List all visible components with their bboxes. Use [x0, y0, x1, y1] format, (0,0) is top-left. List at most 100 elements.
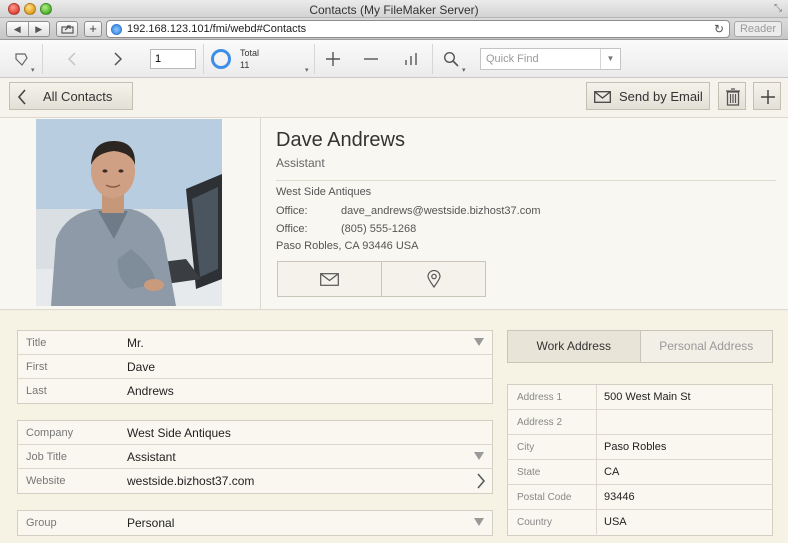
browser-toolbar: ◀ ▶ + 192.168.123.101/fmi/webd#Contacts … — [0, 18, 788, 40]
address-tabs: Work Address Personal Address — [507, 330, 773, 363]
quick-find-field[interactable]: Quick Find ▼ — [480, 48, 621, 70]
contact-company: West Side Antiques — [276, 186, 372, 198]
address-value[interactable]: CA — [604, 466, 619, 478]
fullscreen-icon[interactable]: ⤡ — [774, 3, 782, 14]
field-row-title[interactable]: Title Mr. — [18, 331, 492, 355]
field-value[interactable]: Mr. — [127, 336, 144, 350]
field-value[interactable]: Personal — [127, 516, 174, 530]
new-contact-button[interactable] — [753, 82, 781, 110]
field-value[interactable]: Assistant — [127, 450, 176, 464]
browser-forward-icon[interactable]: ▶ — [27, 22, 50, 36]
contact-actions — [277, 261, 486, 297]
name-divider — [276, 180, 776, 181]
field-value[interactable]: Dave — [127, 360, 155, 374]
all-contacts-label: All Contacts — [43, 89, 113, 104]
toggle-caret-icon: ▾ — [31, 67, 35, 74]
field-value[interactable]: Andrews — [127, 384, 174, 398]
address-value[interactable]: USA — [604, 516, 627, 528]
field-row-first[interactable]: First Dave — [18, 355, 492, 379]
phone-label: Office: — [276, 223, 308, 235]
chevron-right-icon — [114, 52, 123, 66]
contact-card: Dave Andrews Assistant West Side Antique… — [0, 118, 788, 310]
phone-value[interactable]: (805) 555-1268 — [341, 223, 416, 235]
field-value[interactable]: West Side Antiques — [127, 426, 231, 440]
field-row-website[interactable]: Website westside.bizhost37.com — [18, 469, 492, 493]
person-photo-illustration — [36, 119, 222, 306]
map-pin-icon — [426, 270, 441, 288]
contact-name: Dave Andrews — [276, 129, 405, 151]
tab-personal-address[interactable]: Personal Address — [640, 331, 772, 362]
address-label: Address 1 — [508, 385, 597, 409]
search-icon — [443, 51, 459, 67]
browser-back-icon[interactable]: ◀ — [7, 22, 28, 36]
tab-work-address[interactable]: Work Address — [508, 331, 641, 362]
address-bar[interactable]: 192.168.123.101/fmi/webd#Contacts ↻ — [106, 20, 730, 38]
new-record-toolbar-button[interactable] — [318, 40, 348, 78]
address-row[interactable]: City Paso Robles — [508, 435, 772, 460]
address-row[interactable]: Country USA — [508, 510, 772, 535]
field-row-group[interactable]: Group Personal — [18, 511, 492, 535]
field-label: Group — [26, 517, 57, 529]
plus-icon — [761, 90, 775, 104]
address-row[interactable]: Address 1 500 West Main St — [508, 385, 772, 410]
reader-button[interactable]: Reader — [734, 21, 782, 37]
chevron-left-icon — [17, 89, 26, 105]
share-button[interactable] — [56, 21, 78, 37]
reload-icon[interactable]: ↻ — [714, 22, 724, 36]
url-text[interactable]: 192.168.123.101/fmi/webd#Contacts — [127, 23, 306, 35]
card-divider — [260, 118, 261, 310]
delete-record-toolbar-button[interactable] — [356, 40, 386, 78]
sort-bars-icon — [405, 53, 417, 65]
address-value[interactable]: 500 West Main St — [604, 391, 691, 403]
all-contacts-button[interactable]: All Contacts — [9, 82, 133, 110]
field-value[interactable]: westside.bizhost37.com — [127, 474, 254, 488]
email-action-button[interactable] — [278, 262, 381, 296]
email-label: Office: — [276, 205, 308, 217]
dropdown-arrow-icon[interactable] — [474, 518, 484, 526]
toolbar-divider — [432, 44, 433, 74]
open-link-chevron-icon[interactable] — [476, 473, 486, 489]
field-row-job-title[interactable]: Job Title Assistant — [18, 445, 492, 469]
envelope-icon — [594, 91, 611, 103]
minus-icon — [364, 58, 378, 60]
toolbar-divider — [203, 44, 204, 74]
address-row[interactable]: State CA — [508, 460, 772, 485]
address-value[interactable]: Paso Robles — [604, 441, 666, 453]
add-bookmark-button[interactable]: + — [84, 21, 102, 37]
send-by-email-label: Send by Email — [619, 89, 703, 104]
address-label: Country — [508, 510, 597, 534]
address-row[interactable]: Address 2 — [508, 410, 772, 435]
field-label: Job Title — [26, 451, 67, 463]
layout-header: All Contacts Send by Email — [0, 78, 788, 118]
globe-icon — [111, 24, 122, 35]
plus-icon — [326, 52, 340, 66]
window-titlebar: Contacts (My FileMaker Server) ⤡ — [0, 0, 788, 18]
field-label: Website — [26, 475, 66, 487]
toolbar-divider — [42, 44, 43, 74]
field-row-last[interactable]: Last Andrews — [18, 379, 492, 403]
history-nav: ◀ ▶ — [6, 21, 50, 37]
sort-button[interactable] — [396, 40, 426, 78]
address-value[interactable]: 93446 — [604, 491, 635, 503]
dropdown-arrow-icon[interactable] — [474, 338, 484, 346]
email-value[interactable]: dave_andrews@westside.bizhost37.com — [341, 205, 541, 217]
map-action-button[interactable] — [381, 262, 485, 296]
group-field-group: Group Personal — [17, 510, 493, 536]
city-line: Paso Robles, CA 93446 USA — [276, 240, 419, 252]
total-caret-icon[interactable]: ▾ — [305, 66, 309, 74]
dropdown-arrow-icon[interactable] — [474, 452, 484, 460]
contact-role: Assistant — [276, 156, 325, 170]
record-number-input[interactable] — [150, 49, 196, 69]
field-row-company[interactable]: Company West Side Antiques — [18, 421, 492, 445]
previous-record-button[interactable] — [50, 40, 94, 78]
envelope-icon — [320, 272, 339, 286]
delete-contact-button[interactable] — [718, 82, 746, 110]
toolbar-divider — [314, 44, 315, 74]
address-row[interactable]: Postal Code 93446 — [508, 485, 772, 510]
quick-find-dropdown-icon[interactable]: ▼ — [600, 49, 620, 69]
address-field-group: Address 1 500 West Main St Address 2 Cit… — [507, 384, 773, 536]
find-caret-icon[interactable]: ▾ — [462, 66, 466, 74]
next-record-button[interactable] — [96, 40, 140, 78]
chevron-left-icon — [67, 52, 76, 66]
send-by-email-button[interactable]: Send by Email — [586, 82, 710, 110]
